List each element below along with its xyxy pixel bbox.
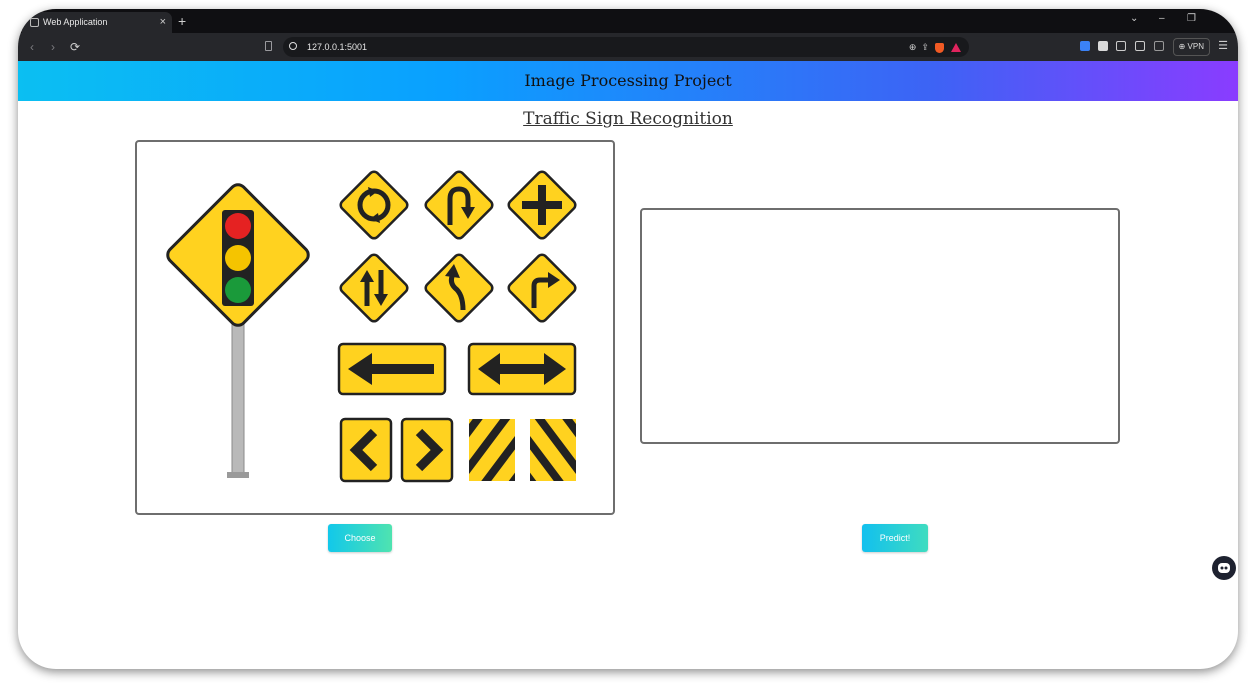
brave-rewards-icon[interactable] (951, 43, 961, 53)
wallet-icon[interactable] (1154, 41, 1164, 51)
tab-search-icon[interactable]: ⌄ (1130, 13, 1138, 24)
sidebar-icon[interactable] (1135, 41, 1145, 51)
share-icon[interactable]: ⇪ (921, 42, 929, 52)
address-bar-actions: ⊕ ⇪ (909, 37, 961, 57)
app-header: Image Processing Project (18, 61, 1238, 101)
brave-shield-icon[interactable] (935, 42, 945, 53)
tab-close-button[interactable]: × (160, 12, 166, 33)
browser-window: Web Application × + ⌄ – ❐ ‹ › ⟳ 127.0.0.… (18, 9, 1238, 669)
choose-button[interactable]: Choose (328, 524, 392, 552)
vpn-button[interactable]: ⊕ VPN (1172, 38, 1210, 56)
site-info-icon[interactable] (289, 42, 297, 50)
extension-icon[interactable] (1080, 41, 1090, 51)
forward-icon[interactable]: › (51, 40, 55, 54)
menu-icon[interactable]: ☰ (1218, 39, 1228, 52)
image-preview (135, 140, 615, 515)
address-bar[interactable]: 127.0.0.1:5001 ⊕ ⇪ (283, 37, 969, 57)
reload-icon[interactable]: ⟳ (70, 40, 80, 54)
bookmark-icon[interactable] (265, 41, 272, 51)
predict-button[interactable]: Predict! (862, 524, 928, 552)
back-icon[interactable]: ‹ (30, 40, 34, 54)
zoom-icon[interactable]: ⊕ (909, 42, 917, 52)
app-title: Image Processing Project (524, 71, 732, 90)
favicon-icon (30, 18, 39, 27)
new-tab-button[interactable]: + (178, 12, 186, 30)
url-text: 127.0.0.1:5001 (307, 42, 368, 52)
browser-toolbar: ‹ › ⟳ 127.0.0.1:5001 ⊕ ⇪ ⊕ VPN ☰ (18, 33, 1238, 61)
traffic-signs-image (166, 170, 577, 483)
extension-icon[interactable] (1098, 41, 1108, 51)
chat-widget-icon[interactable] (1212, 556, 1236, 580)
tab-bar: Web Application × + ⌄ – ❐ (18, 9, 1238, 33)
browser-tab[interactable]: Web Application × (22, 12, 172, 33)
restore-button[interactable]: ❐ (1187, 13, 1196, 24)
tab-title: Web Application (43, 17, 108, 27)
prediction-result-box (640, 208, 1120, 444)
extensions-puzzle-icon[interactable] (1116, 41, 1126, 51)
page-title: Traffic Sign Recognition (523, 109, 733, 129)
vpn-label: VPN (1187, 42, 1204, 51)
minimize-button[interactable]: – (1159, 13, 1165, 24)
chat-bot-icon (1218, 563, 1230, 573)
